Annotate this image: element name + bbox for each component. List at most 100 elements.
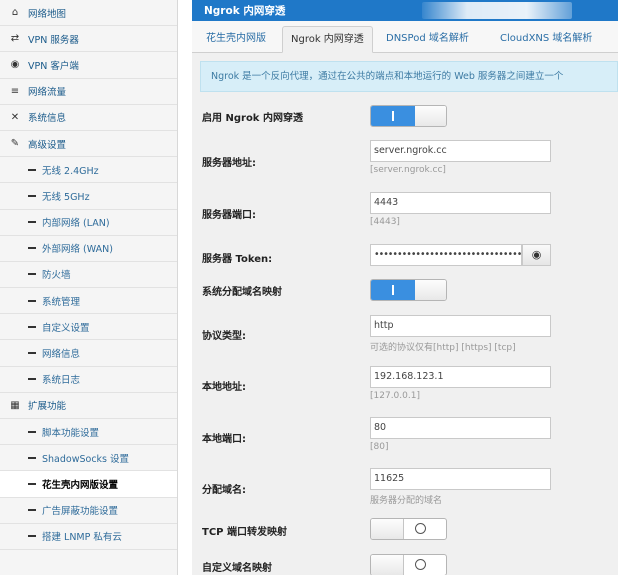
toggle-off-segment xyxy=(371,519,404,539)
sidebar-item-label: 扩展功能 xyxy=(28,401,67,413)
tab-cloudxns[interactable]: CloudXNS 域名解析 xyxy=(492,26,600,53)
sidebar-item-8[interactable]: 内部网络 (LAN) xyxy=(0,210,177,236)
toggle-off-indicator xyxy=(415,523,426,534)
sidebar-item-label: 网络信息 xyxy=(42,349,81,361)
toggle-knob xyxy=(415,280,446,300)
dash-icon xyxy=(28,247,36,250)
sidebar-item-3[interactable]: ≡ 网络流量 xyxy=(0,79,177,105)
dash-icon xyxy=(28,299,36,302)
dash-icon xyxy=(28,352,36,355)
sidebar-item-13[interactable]: 网络信息 xyxy=(0,340,177,367)
tab-bar: 花生壳内网版 Ngrok 内网穿透 DNSPod 域名解析 CloudXNS 域… xyxy=(192,21,618,53)
shuffle-icon: ✕ xyxy=(10,111,20,123)
sidebar-item-10[interactable]: 防火墙 xyxy=(0,262,177,289)
server-port-label: 服务器端口: xyxy=(202,210,256,221)
local-port-input[interactable]: 80 xyxy=(370,417,551,439)
local-address-hint: [127.0.0.1] xyxy=(370,391,420,401)
sidebar-item-label: VPN 服务器 xyxy=(28,34,79,46)
enable-ngrok-label: 启用 Ngrok 内网穿透 xyxy=(202,113,303,124)
sidebar-item-label: 花生壳内网版设置 xyxy=(42,479,119,491)
custom-domain-label: 自定义域名映射 xyxy=(202,563,272,574)
sidebar-item-label: 系统管理 xyxy=(42,296,81,308)
sidebar-item-label: 系统日志 xyxy=(42,375,81,387)
dash-icon xyxy=(28,221,36,224)
dash-icon xyxy=(28,325,36,328)
subdomain-hint: 服务器分配的域名 xyxy=(370,496,443,506)
system-domain-label: 系统分配域名映射 xyxy=(202,287,282,298)
sidebar-item-9[interactable]: 外部网络 (WAN) xyxy=(0,236,177,262)
server-address-input[interactable]: server.ngrok.cc xyxy=(370,140,551,162)
server-address-hint: [server.ngrok.cc] xyxy=(370,165,446,175)
sidebar-item-15[interactable]: ▦ 扩展功能 xyxy=(0,393,177,419)
toggle-on-segment xyxy=(371,280,415,300)
tab-oray[interactable]: 花生壳内网版 xyxy=(198,26,274,53)
server-token-label: 服务器 Token: xyxy=(202,254,273,265)
sidebar-item-11[interactable]: 系统管理 xyxy=(0,288,177,315)
sidebar-item-label: 高级设置 xyxy=(28,139,67,151)
tab-dnspod[interactable]: DNSPod 域名解析 xyxy=(378,26,477,53)
sidebar-item-label: 无线 2.4GHz xyxy=(42,165,99,177)
sidebar-item-label: 系统信息 xyxy=(28,113,67,125)
toggle-knob xyxy=(415,106,446,126)
sidebar-item-16[interactable]: 脚本功能设置 xyxy=(0,419,177,446)
sidebar-item-label: 搭建 LNMP 私有云 xyxy=(42,532,122,544)
sidebar-item-12[interactable]: 自定义设置 xyxy=(0,314,177,341)
local-address-input[interactable]: 192.168.123.1 xyxy=(370,366,551,388)
sidebar-item-label: 外部网络 (WAN) xyxy=(42,244,113,256)
info-banner: Ngrok 是一个反向代理，通过在公共的端点和本地运行的 Web 服务器之间建立… xyxy=(200,61,618,92)
wrench-icon: ✎ xyxy=(10,138,20,150)
dash-icon xyxy=(28,378,36,381)
eye-icon: ◉ xyxy=(531,248,542,261)
subdomain-input[interactable]: 11625 xyxy=(370,468,551,490)
sidebar-item-20[interactable]: 搭建 LNMP 私有云 xyxy=(0,524,177,550)
local-port-hint: [80] xyxy=(370,442,389,452)
sidebar-item-17[interactable]: ShadowSocks 设置 xyxy=(0,445,177,472)
dash-icon xyxy=(28,482,36,485)
sidebar-item-4[interactable]: ✕ 系统信息 xyxy=(0,105,177,131)
sidebar-item-label: 内部网络 (LAN) xyxy=(42,218,110,230)
system-domain-toggle[interactable] xyxy=(370,279,447,301)
sidebar: ⌂ 网络地图 ⇄ VPN 服务器 ◉ VPN 客户端 ≡ 网络流量 ✕ 系统信息 ✎ 高级设置无线 2… xyxy=(0,0,178,575)
tab-ngrok[interactable]: Ngrok 内网穿透 xyxy=(282,26,373,53)
sidebar-item-18[interactable]: 花生壳内网版设置 xyxy=(0,471,177,498)
sidebar-item-label: 网络流量 xyxy=(28,87,67,99)
sidebar-item-19[interactable]: 广告屏蔽功能设置 xyxy=(0,498,177,524)
server-token-input[interactable]: •••••••••••••••••••••••••••••••••• xyxy=(370,244,532,266)
tcp-mapping-label: TCP 端口转发映射 xyxy=(202,527,287,538)
enable-ngrok-toggle[interactable] xyxy=(370,105,447,127)
sidebar-item-label: 无线 5GHz xyxy=(42,191,90,203)
server-address-label: 服务器地址: xyxy=(202,158,256,169)
dash-icon xyxy=(28,273,36,276)
traffic-icon: ≡ xyxy=(10,85,20,97)
dash-icon xyxy=(28,509,36,512)
show-token-button[interactable]: ◉ xyxy=(522,244,551,266)
sidebar-item-label: 自定义设置 xyxy=(42,322,90,334)
sidebar-item-1[interactable]: ⇄ VPN 服务器 xyxy=(0,26,177,53)
sidebar-item-label: VPN 客户端 xyxy=(28,60,79,72)
home-icon: ⌂ xyxy=(11,7,19,19)
toggle-on-segment xyxy=(371,106,415,126)
sidebar-item-label: 防火墙 xyxy=(42,270,71,282)
page-header: Ngrok 内网穿透 xyxy=(192,0,618,21)
sidebar-item-2[interactable]: ◉ VPN 客户端 xyxy=(0,52,177,79)
sidebar-item-label: 网络地图 xyxy=(28,8,67,20)
server-port-input[interactable]: 4443 xyxy=(370,192,551,214)
dash-icon xyxy=(28,168,36,171)
blurred-region xyxy=(422,2,572,19)
dash-icon xyxy=(28,194,36,197)
dash-icon xyxy=(28,456,36,459)
custom-domain-toggle[interactable] xyxy=(370,554,447,575)
dash-icon xyxy=(28,430,36,433)
sidebar-item-label: 广告屏蔽功能设置 xyxy=(42,506,119,518)
toggle-on-indicator xyxy=(392,111,394,121)
sidebar-item-0[interactable]: ⌂ 网络地图 xyxy=(0,0,177,27)
tcp-mapping-toggle[interactable] xyxy=(370,518,447,540)
globe-icon: ◉ xyxy=(10,59,20,71)
sidebar-item-7[interactable]: 无线 5GHz xyxy=(0,183,177,210)
content-panel: 花生壳内网版 Ngrok 内网穿透 DNSPod 域名解析 CloudXNS 域… xyxy=(192,21,618,575)
sidebar-item-label: 脚本功能设置 xyxy=(42,427,100,439)
protocol-input[interactable]: http xyxy=(370,315,551,337)
sidebar-item-5[interactable]: ✎ 高级设置 xyxy=(0,131,177,158)
sidebar-item-6[interactable]: 无线 2.4GHz xyxy=(0,157,177,184)
sidebar-item-14[interactable]: 系统日志 xyxy=(0,367,177,393)
